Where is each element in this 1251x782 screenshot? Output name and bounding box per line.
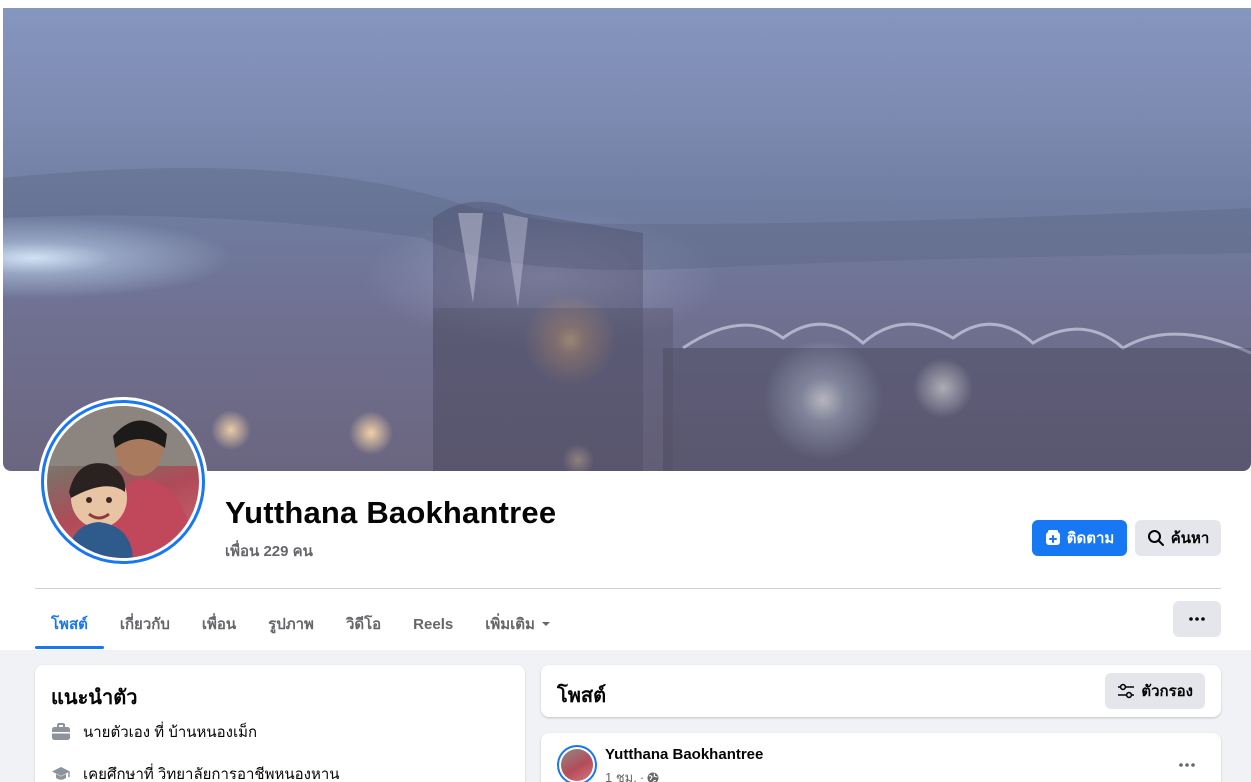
post-meta: 1 ชม. ·	[605, 767, 659, 782]
intro-item-text: เคยศึกษาที่ วิทยาลัยการอาชีพหนองหาน	[83, 766, 340, 782]
post-more-button[interactable]	[1169, 747, 1205, 782]
tab-label: โพสต์	[51, 616, 88, 633]
follow-icon	[1045, 530, 1060, 545]
tab-photos[interactable]: รูปภาพ	[252, 600, 330, 648]
tab-label: เพื่อน	[201, 616, 237, 633]
cover-photo-scene	[3, 168, 1251, 471]
filter-button[interactable]: ตัวกรอง	[1105, 673, 1205, 709]
posts-header-card: โพสต์ ตัวกรอง	[541, 665, 1221, 717]
briefcase-icon	[52, 723, 70, 740]
story-ring	[41, 400, 205, 564]
intro-title: แนะนำตัว	[51, 687, 138, 709]
cover-photo[interactable]	[3, 8, 1251, 471]
more-dots-icon	[1189, 617, 1205, 621]
globe-icon	[647, 772, 659, 782]
tab-reels[interactable]: Reels	[397, 600, 469, 648]
more-dots-icon	[1179, 763, 1195, 767]
follow-label: ติดตาม	[1066, 530, 1115, 547]
tab-label: วิดีโอ	[345, 616, 382, 633]
search-button[interactable]: ค้นหา	[1135, 520, 1221, 556]
intro-item-education: เคยศึกษาที่ วิทยาลัยการอาชีพหนองหาน	[51, 762, 340, 782]
follow-button[interactable]: ติดตาม	[1032, 520, 1127, 556]
header-divider	[35, 588, 1221, 589]
posts-title: โพสต์	[557, 685, 607, 707]
search-label: ค้นหา	[1170, 530, 1210, 547]
meta-separator: ·	[639, 770, 645, 782]
profile-header: Yutthana Baokhantree เพื่อน 229 คน ติดตา…	[0, 0, 1251, 650]
tab-label: เกี่ยวกับ	[119, 616, 170, 633]
intro-item-text: นายตัวเอง ที่ บ้านหนองเม็ก	[83, 724, 258, 741]
filter-label: ตัวกรอง	[1141, 683, 1193, 700]
intro-item-work: นายตัวเอง ที่ บ้านหนองเม็ก	[51, 720, 257, 744]
profile-tabs: โพสต์ เกี่ยวกับ เพื่อน รูปภาพ วิดีโอ Ree…	[35, 600, 567, 649]
profile-photo-people	[47, 406, 199, 558]
search-icon	[1147, 530, 1164, 546]
tab-posts[interactable]: โพสต์	[35, 600, 104, 649]
post-timestamp[interactable]: 1 ชม.	[605, 767, 637, 782]
profile-name: Yutthana Baokhantree	[225, 495, 557, 530]
tab-videos[interactable]: วิดีโอ	[330, 600, 397, 648]
tab-label: รูปภาพ	[268, 616, 314, 633]
post-author-name[interactable]: Yutthana Baokhantree	[605, 746, 763, 763]
intro-card: แนะนำตัว นายตัวเอง ที่ บ้านหนองเม็ก เคยศ…	[35, 665, 525, 782]
post-card: Yutthana Baokhantree 1 ชม. ·	[541, 733, 1221, 782]
tab-label: เพิ่มเติม	[485, 616, 535, 633]
tab-label: Reels	[413, 615, 454, 633]
tab-more[interactable]: เพิ่มเติม	[469, 600, 567, 648]
tab-friends[interactable]: เพื่อน	[186, 600, 252, 648]
graduation-cap-icon	[52, 767, 70, 780]
profile-picture[interactable]	[38, 397, 208, 567]
avatar	[561, 749, 593, 781]
profile-more-button[interactable]	[1173, 601, 1221, 637]
post-author-avatar[interactable]	[557, 745, 597, 782]
caret-down-icon	[541, 622, 550, 626]
profile-photo	[47, 406, 199, 558]
friend-count[interactable]: เพื่อน 229 คน	[225, 539, 313, 563]
filter-icon	[1118, 683, 1135, 699]
tab-about[interactable]: เกี่ยวกับ	[104, 600, 186, 648]
